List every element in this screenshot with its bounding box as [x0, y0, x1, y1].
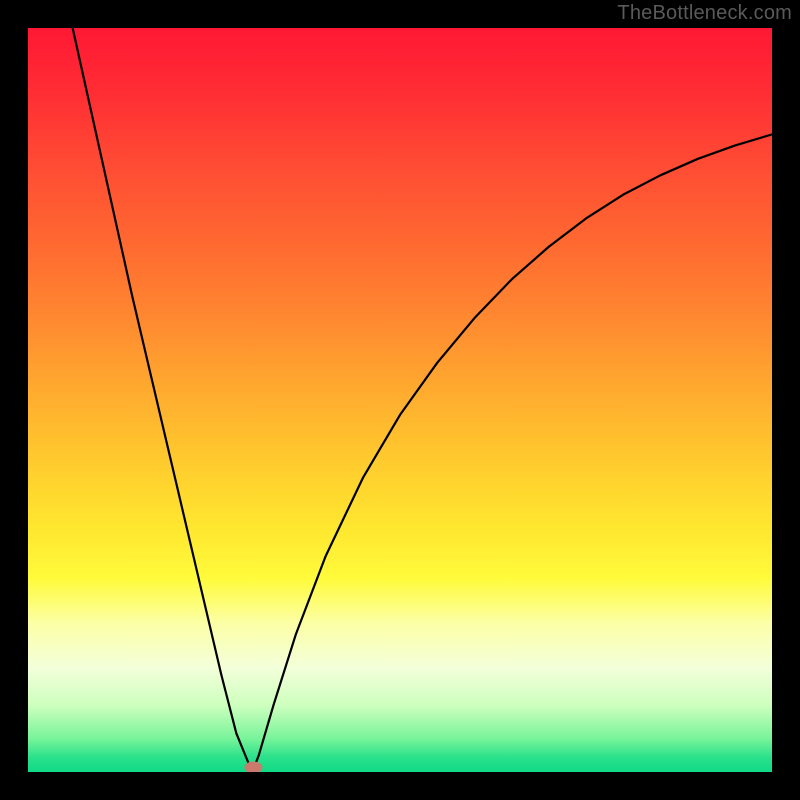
optimum-marker: [244, 762, 262, 772]
chart-container: TheBottleneck.com: [0, 0, 800, 800]
curve-svg: [28, 28, 772, 772]
plot-area: [28, 28, 772, 772]
bottleneck-curve: [73, 28, 772, 769]
attribution-text: TheBottleneck.com: [617, 2, 792, 25]
